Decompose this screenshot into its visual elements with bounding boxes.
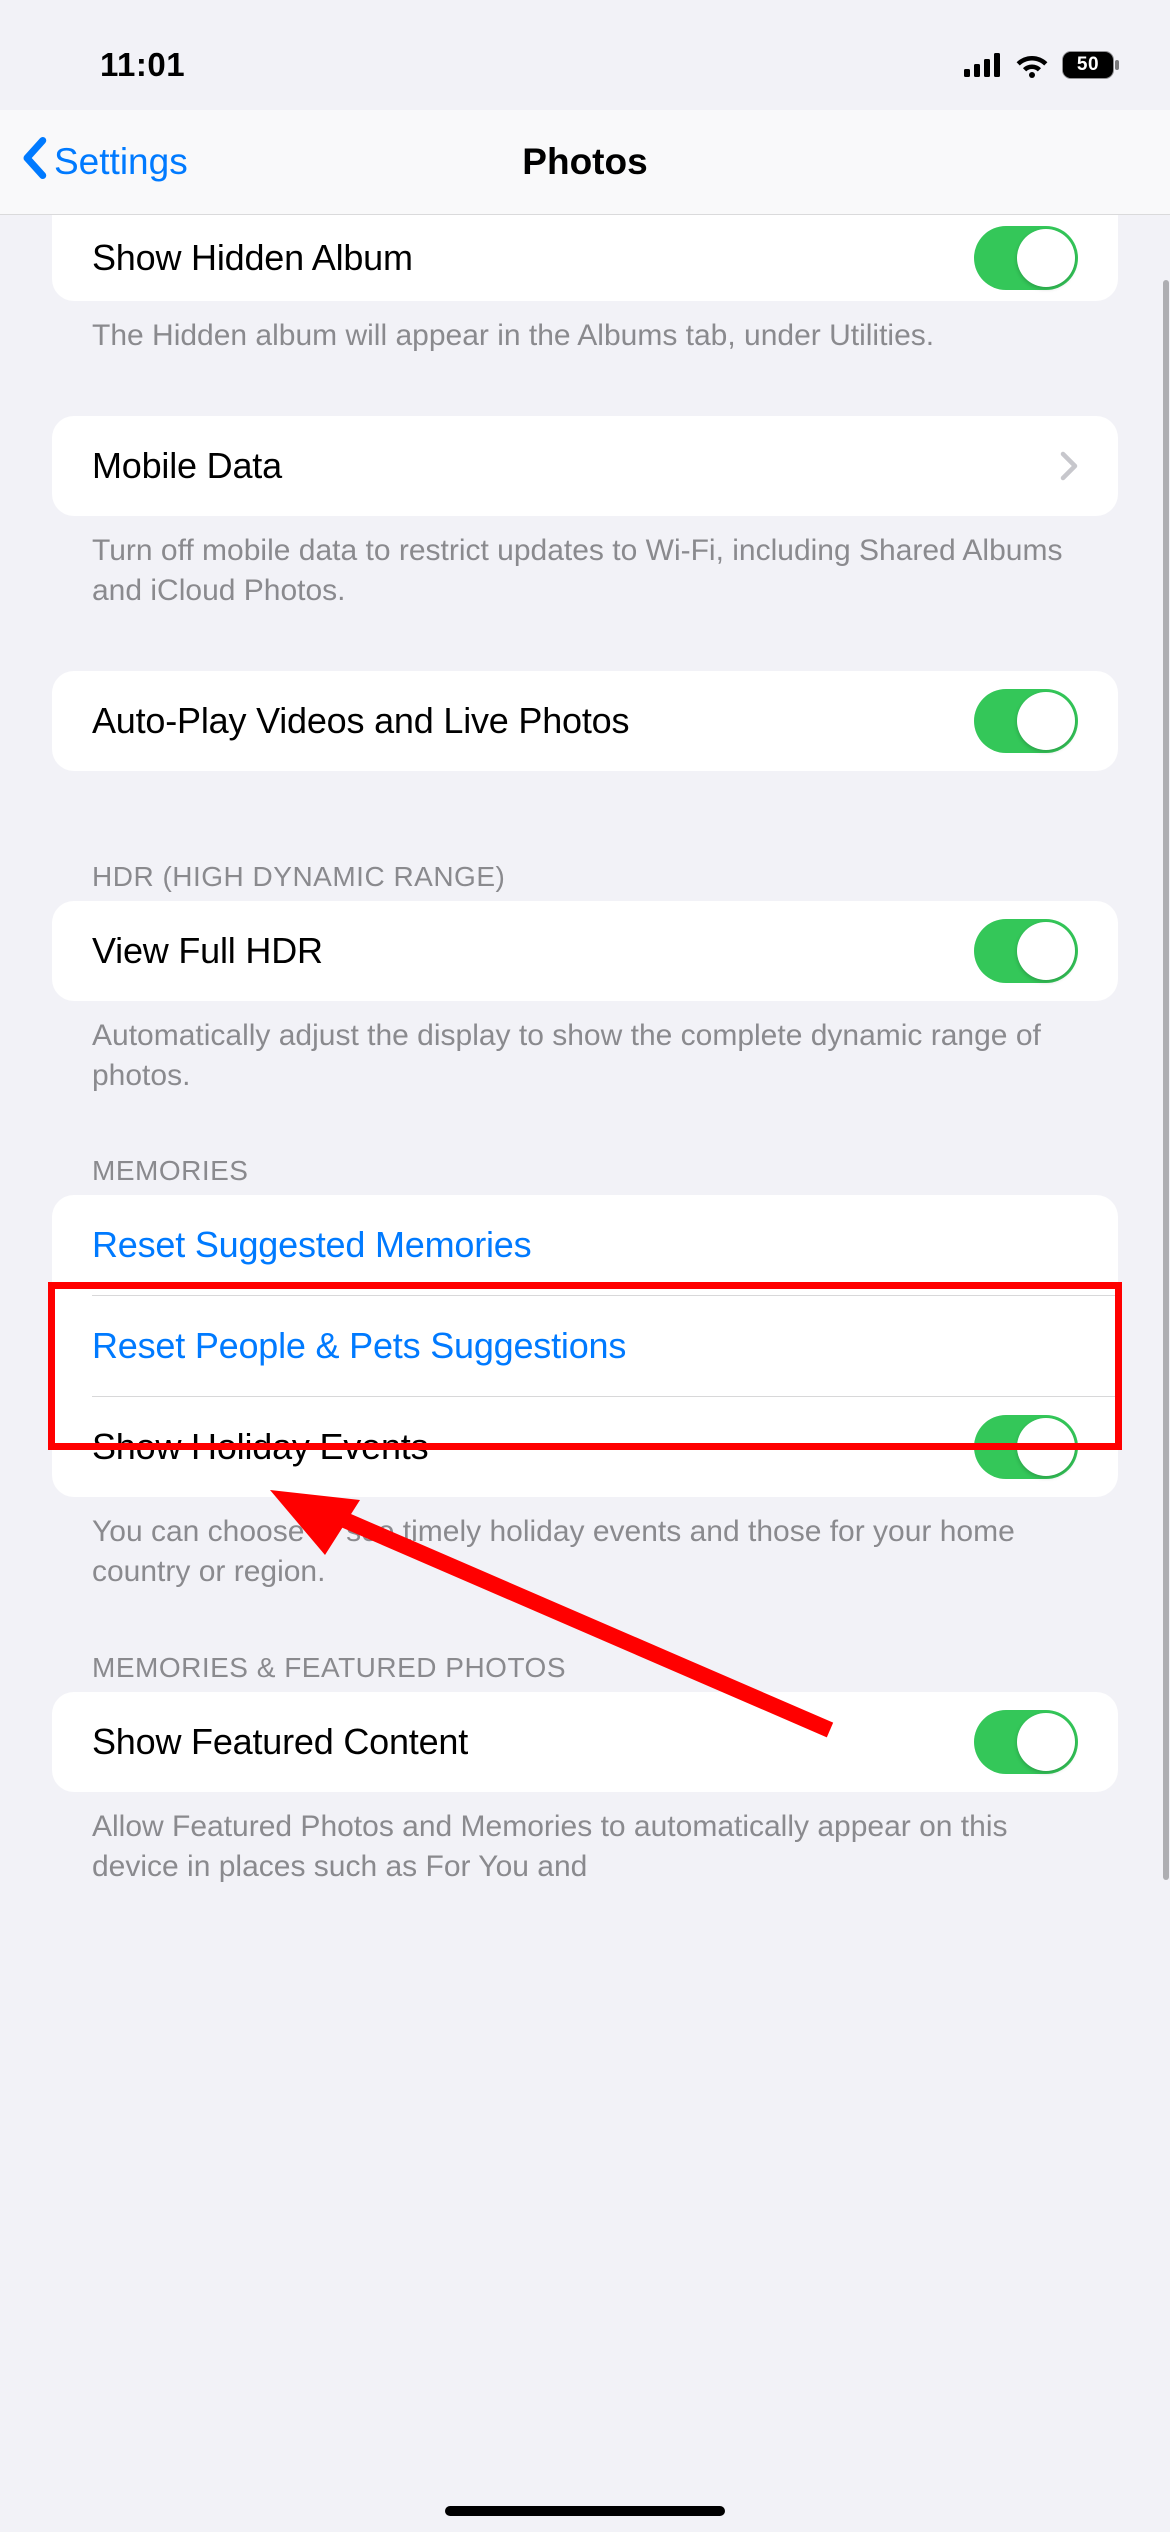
holiday-row[interactable]: Show Holiday Events — [52, 1397, 1118, 1497]
memories-footer: You can choose to see timely holiday eve… — [52, 1497, 1118, 1592]
memories-section-header: MEMORIES — [52, 1155, 1118, 1187]
page-title: Photos — [522, 141, 647, 183]
hdr-footer: Automatically adjust the display to show… — [52, 1001, 1118, 1096]
back-label: Settings — [54, 141, 188, 183]
holiday-label: Show Holiday Events — [92, 1426, 428, 1468]
status-time: 11:01 — [100, 46, 185, 84]
back-button[interactable]: Settings — [20, 137, 188, 188]
status-icons: 50 — [964, 51, 1120, 79]
navigation-bar: Settings Photos — [0, 110, 1170, 215]
scroll-indicator — [1163, 280, 1169, 1880]
chevron-right-icon — [1060, 450, 1078, 482]
battery-percent-label: 50 — [1062, 51, 1114, 79]
view-full-hdr-row[interactable]: View Full HDR — [52, 901, 1118, 1001]
show-hidden-album-footer: The Hidden album will appear in the Albu… — [52, 301, 1118, 356]
view-full-hdr-label: View Full HDR — [92, 930, 323, 972]
autoplay-label: Auto-Play Videos and Live Photos — [92, 700, 629, 742]
reset-memories-label: Reset Suggested Memories — [92, 1224, 531, 1266]
featured-label: Show Featured Content — [92, 1721, 468, 1763]
chevron-left-icon — [20, 137, 48, 188]
reset-people-row[interactable]: Reset People & Pets Suggestions — [52, 1296, 1118, 1396]
mobile-data-row[interactable]: Mobile Data — [52, 416, 1118, 516]
content-scroll[interactable]: Show Hidden Album The Hidden album will … — [0, 215, 1170, 2532]
autoplay-toggle[interactable] — [974, 689, 1078, 753]
cellular-signal-icon — [964, 53, 1002, 77]
featured-row[interactable]: Show Featured Content — [52, 1692, 1118, 1792]
show-hidden-album-row[interactable]: Show Hidden Album — [52, 215, 1118, 301]
autoplay-row[interactable]: Auto-Play Videos and Live Photos — [52, 671, 1118, 771]
featured-footer: Allow Featured Photos and Memories to au… — [52, 1792, 1118, 1887]
mobile-data-footer: Turn off mobile data to restrict updates… — [52, 516, 1118, 611]
featured-section-header: MEMORIES & FEATURED PHOTOS — [52, 1652, 1118, 1684]
battery-icon: 50 — [1062, 51, 1120, 79]
show-hidden-album-label: Show Hidden Album — [92, 237, 413, 279]
mobile-data-label: Mobile Data — [92, 445, 282, 487]
featured-toggle[interactable] — [974, 1710, 1078, 1774]
show-hidden-album-toggle[interactable] — [974, 226, 1078, 290]
reset-memories-row[interactable]: Reset Suggested Memories — [52, 1195, 1118, 1295]
view-full-hdr-toggle[interactable] — [974, 919, 1078, 983]
status-bar: 11:01 50 — [0, 0, 1170, 110]
wifi-icon — [1014, 52, 1050, 78]
home-indicator — [445, 2506, 725, 2516]
hdr-section-header: HDR (HIGH DYNAMIC RANGE) — [52, 861, 1118, 893]
reset-people-label: Reset People & Pets Suggestions — [92, 1325, 626, 1367]
holiday-toggle[interactable] — [974, 1415, 1078, 1479]
